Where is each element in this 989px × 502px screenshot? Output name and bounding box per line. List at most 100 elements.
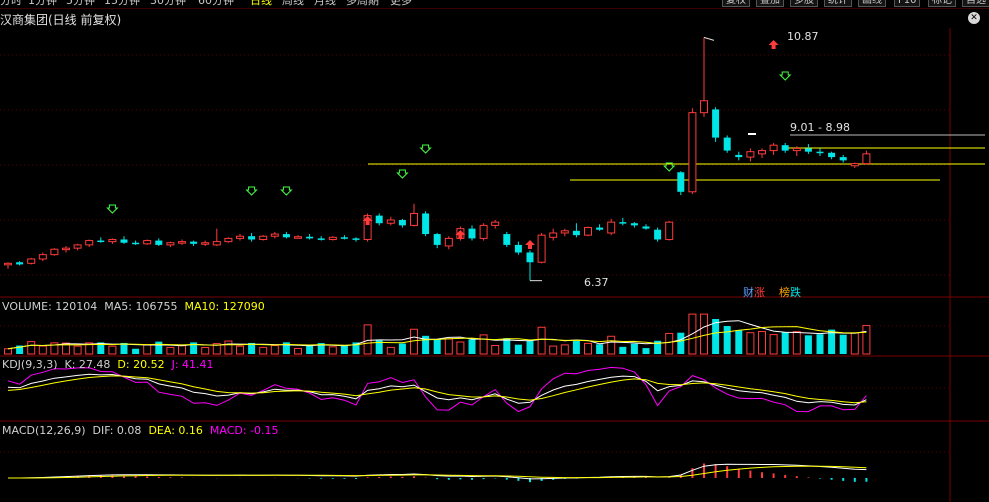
volume-bar-65 (758, 331, 766, 355)
volume-bar-61 (712, 318, 720, 354)
volume-bar-17 (201, 346, 210, 355)
candle-body-0 (4, 262, 12, 266)
volume-bar-13 (155, 341, 163, 354)
candle-body-36 (422, 213, 430, 235)
volume-bar-42 (491, 344, 500, 355)
volume-bar-46 (537, 326, 546, 355)
candle-body-37 (433, 234, 441, 245)
candle-body-46 (537, 234, 546, 263)
volume-bar-74 (862, 325, 871, 355)
volume-bar-31 (363, 324, 372, 355)
kdj-k: K: 27.48 (64, 358, 111, 371)
candle-body-2 (27, 258, 36, 264)
kdj-d-line (7, 375, 867, 404)
candle-body-25 (294, 236, 302, 239)
kdj-name: KDJ(9,3,3) (2, 358, 58, 371)
volume-bar-38 (444, 338, 453, 355)
candle-body-55 (642, 226, 650, 229)
finance-tag[interactable]: 财涨 (743, 284, 765, 300)
volume-bar-33 (386, 346, 395, 355)
volume-bar-41 (479, 334, 488, 355)
candle-body-29 (340, 237, 348, 239)
macd-dea: DEA: 0.16 (148, 424, 203, 437)
candle-body-4 (50, 248, 59, 256)
candle-body-1 (16, 262, 24, 265)
volume-bar-51 (596, 344, 604, 354)
candle-body-15 (178, 241, 186, 244)
candle-body-50 (584, 227, 592, 236)
candle-body-7 (85, 240, 94, 246)
candle-body-63 (735, 154, 743, 158)
volume-bar-11 (132, 348, 140, 354)
candle-body-40 (468, 228, 476, 239)
macd-dif-line (8, 463, 867, 480)
signal-up-arrow-3 (768, 40, 779, 49)
volume-bar-70 (816, 334, 824, 354)
macd-dif: DIF: 0.08 (92, 424, 142, 437)
volume-bar-29 (340, 344, 348, 354)
kdj-legend: KDJ(9,3,3) K: 27.48 D: 20.52 J: 41.41 (2, 358, 214, 371)
candle-body-28 (328, 236, 337, 240)
candle-body-70 (816, 151, 824, 154)
candle-body-66 (769, 144, 778, 152)
volume-bar-40 (468, 339, 476, 354)
candle-body-45 (526, 252, 534, 263)
candle-body-38 (444, 237, 453, 247)
candle-body-65 (758, 150, 766, 155)
kdj-j: J: 41.41 (171, 358, 214, 371)
candle-body-14 (166, 242, 175, 246)
candle-body-26 (306, 236, 314, 239)
volume-bar-44 (514, 344, 522, 354)
macd-value: MACD: -0.15 (209, 424, 279, 437)
volume-bar-26 (306, 345, 314, 354)
candle-body-57 (665, 221, 674, 240)
candle-body-10 (120, 239, 128, 243)
volume-bar-69 (804, 335, 812, 354)
candle-body-62 (723, 137, 731, 151)
signal-down-arrow-3 (396, 169, 409, 179)
volume-ma5: MA5: 106755 (104, 300, 178, 313)
rank-tag[interactable]: 榜跌 (779, 284, 801, 300)
candle-body-68 (792, 147, 801, 152)
range-label: 9.01 - 8.98 (790, 121, 850, 134)
signal-down-arrow-0 (106, 204, 119, 214)
candle-body-8 (97, 240, 105, 243)
high-price-label: 10.87 (787, 30, 819, 43)
candle-body-72 (839, 157, 847, 161)
volume-bar-9 (108, 345, 117, 355)
candle-body-51 (596, 227, 604, 230)
rise-tag-text: 涨 (754, 286, 765, 299)
volume-bar-50 (584, 342, 592, 355)
kdj-j-line (7, 366, 867, 413)
volume-bar-55 (642, 348, 650, 354)
volume-bar-0 (4, 348, 12, 355)
volume-bar-6 (73, 345, 82, 355)
candle-body-12 (143, 240, 152, 245)
macd-name: MACD(12,26,9) (2, 424, 86, 437)
candle-body-60 (700, 100, 708, 114)
candle-body-23 (270, 233, 279, 237)
candle-body-49 (572, 230, 580, 236)
candle-body-41 (479, 224, 488, 239)
candle-body-5 (62, 247, 70, 251)
volume-bar-45 (526, 340, 534, 354)
volume-bar-49 (572, 341, 580, 354)
candle-body-43 (503, 234, 511, 245)
volume-bar-3 (38, 345, 47, 355)
candle-body-27 (317, 238, 325, 240)
volume-bar-39 (456, 341, 465, 355)
candle-body-34 (398, 219, 406, 226)
volume-bar-60 (700, 313, 708, 355)
volume-bar-47 (549, 345, 558, 355)
candle-body-56 (654, 229, 662, 240)
volume-bar-72 (839, 334, 847, 354)
volume-value: VOLUME: 120104 (2, 300, 98, 313)
candle-body-74 (862, 153, 871, 165)
volume-ma10: MA10: 127090 (184, 300, 265, 313)
volume-bar-52 (607, 335, 616, 355)
candle-body-9 (108, 238, 117, 243)
candle-body-61 (712, 109, 720, 138)
kdj-k-line (7, 373, 867, 406)
volume-bar-22 (259, 346, 268, 355)
candle-body-21 (248, 236, 256, 240)
